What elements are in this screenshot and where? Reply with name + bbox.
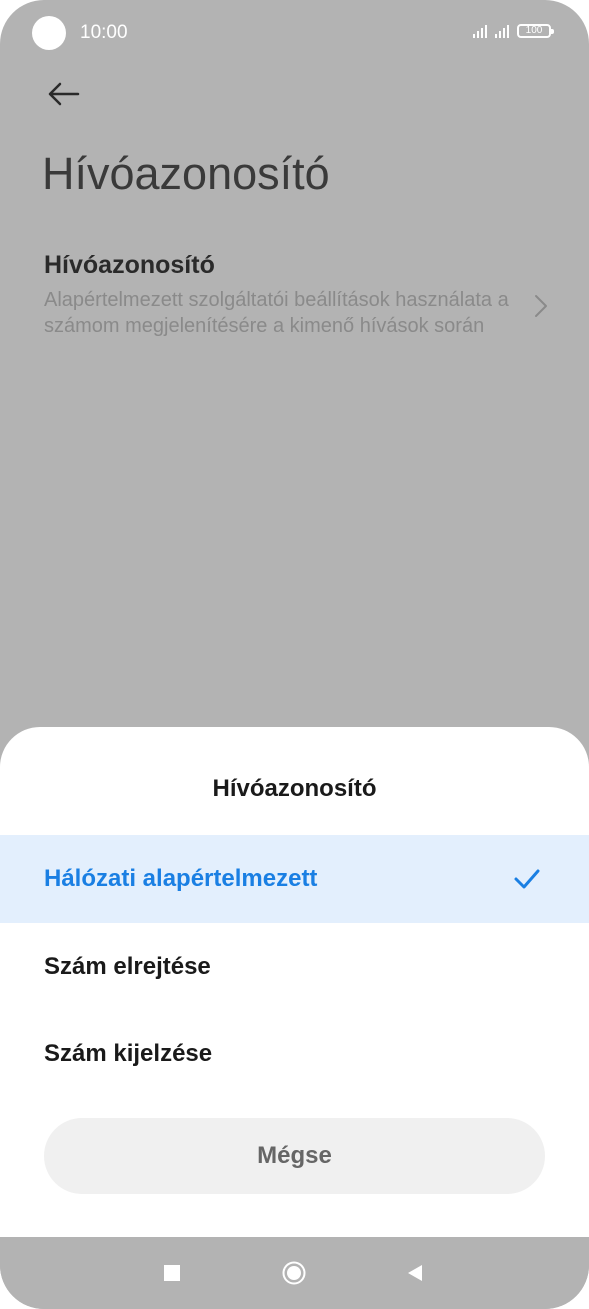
checkmark-icon <box>513 865 541 893</box>
camera-cutout <box>32 16 66 50</box>
cancel-button[interactable]: Mégse <box>44 1118 545 1194</box>
option-label: Hálózati alapértelmezett <box>44 865 318 892</box>
status-bar: 10:00 100 <box>0 0 589 66</box>
page-title: Hívóazonosító <box>42 148 330 199</box>
battery-icon: 100 <box>517 24 554 38</box>
option-hide-number[interactable]: Szám elrejtése <box>0 923 589 1011</box>
dialog-title: Hívóazonosító <box>212 775 377 802</box>
option-show-number[interactable]: Szám kijelzése <box>0 1010 589 1098</box>
recents-square-icon[interactable] <box>164 1265 180 1281</box>
option-network-default[interactable]: Hálózati alapértelmezett <box>0 835 589 923</box>
option-label: Szám kijelzése <box>44 1040 213 1067</box>
caller-id-setting-row[interactable]: Hívóazonosító Alapértelmezett szolgáltat… <box>0 245 589 375</box>
signal-icon <box>495 24 509 38</box>
setting-description: Alapértelmezett szolgáltatói beállítások… <box>44 289 509 337</box>
chevron-right-icon <box>531 293 551 319</box>
status-time: 10:00 <box>80 22 128 43</box>
navigation-bar <box>0 1237 589 1309</box>
arrow-left-icon[interactable] <box>44 74 84 114</box>
caller-id-dialog: Hívóazonosító Hálózati alapértelmezett S… <box>0 727 589 1237</box>
signal-icon <box>473 24 487 38</box>
setting-title: Hívóazonosító <box>44 251 215 279</box>
status-icons: 100 <box>473 24 554 38</box>
phone-screen: 10:00 100 Hívóazonosító Hívóazonosító Al… <box>0 0 589 1309</box>
option-label: Szám elrejtése <box>44 953 211 980</box>
home-circle-icon[interactable] <box>282 1261 306 1285</box>
back-triangle-icon[interactable] <box>405 1263 425 1283</box>
